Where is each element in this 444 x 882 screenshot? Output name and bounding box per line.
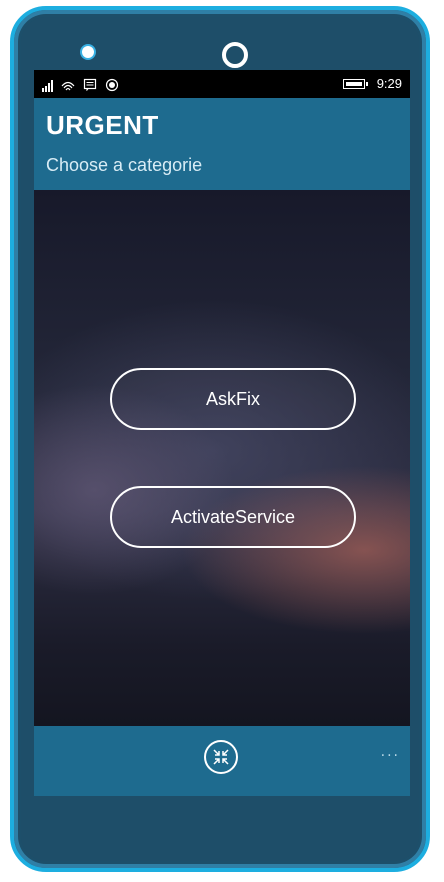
compress-arrows-icon <box>213 749 229 765</box>
signal-icon <box>42 78 53 92</box>
speaker-icon <box>82 46 94 58</box>
message-icon <box>83 78 97 91</box>
battery-icon <box>342 78 368 89</box>
askfix-button[interactable]: AskFix <box>110 368 356 430</box>
phone-frame: 9:29 URGENT Choose a categorie AskFix Ac… <box>10 6 430 872</box>
header: URGENT Choose a categorie <box>34 98 410 190</box>
compress-button[interactable] <box>204 740 238 774</box>
page-subtitle: Choose a categorie <box>46 155 203 175</box>
page-title: URGENT <box>46 110 159 140</box>
app-bar: ... <box>34 726 410 796</box>
status-time: 9:29 <box>376 76 402 91</box>
wifi-icon <box>61 81 75 91</box>
record-icon <box>105 78 119 92</box>
activate-service-button[interactable]: ActivateService <box>110 486 356 548</box>
camera-icon <box>222 42 248 68</box>
screen: 9:29 URGENT Choose a categorie AskFix Ac… <box>34 70 410 796</box>
main-content: AskFix ActivateService <box>34 190 410 726</box>
more-options-button[interactable]: ... <box>381 744 400 760</box>
status-bar: 9:29 <box>34 70 410 98</box>
status-icons-left <box>42 76 119 92</box>
status-icons-right: 9:29 <box>342 76 402 91</box>
